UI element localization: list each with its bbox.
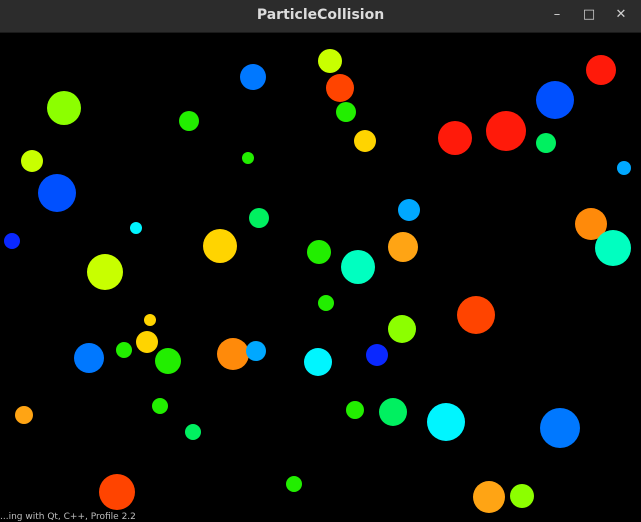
particle	[47, 91, 81, 125]
particle	[540, 408, 580, 448]
close-button[interactable]: ✕	[609, 4, 633, 26]
title-bar[interactable]: ParticleCollision – □ ✕	[0, 0, 641, 33]
particle	[326, 74, 354, 102]
particle	[242, 152, 254, 164]
particle	[586, 55, 616, 85]
particle	[152, 398, 168, 414]
particle	[336, 102, 356, 122]
particle	[99, 474, 135, 510]
maximize-button[interactable]: □	[577, 4, 601, 26]
particle	[536, 81, 574, 119]
particle	[240, 64, 266, 90]
particle	[427, 403, 465, 441]
particle	[536, 133, 556, 153]
particle	[398, 199, 420, 221]
particle	[595, 230, 631, 266]
particle	[249, 208, 269, 228]
particle	[21, 150, 43, 172]
particle	[318, 49, 342, 73]
particle	[203, 229, 237, 263]
particle	[286, 476, 302, 492]
particle	[179, 111, 199, 131]
status-text: ...ing with Qt, C++, Profile 2.2	[0, 512, 136, 522]
particle	[341, 250, 375, 284]
particle	[155, 348, 181, 374]
particle	[246, 341, 266, 361]
particle	[74, 343, 104, 373]
particle	[15, 406, 33, 424]
particle	[307, 240, 331, 264]
particle-canvas	[0, 33, 641, 519]
particle	[388, 232, 418, 262]
particle	[379, 398, 407, 426]
particle	[38, 174, 76, 212]
particle	[346, 401, 364, 419]
particle	[318, 295, 334, 311]
particle	[473, 481, 505, 513]
particle	[116, 342, 132, 358]
particle	[130, 222, 142, 234]
particle	[185, 424, 201, 440]
particle	[486, 111, 526, 151]
particle	[4, 233, 20, 249]
minimize-button[interactable]: –	[545, 4, 569, 26]
particle	[144, 314, 156, 326]
particle	[304, 348, 332, 376]
particle	[87, 254, 123, 290]
particle	[217, 338, 249, 370]
particle	[354, 130, 376, 152]
particle	[438, 121, 472, 155]
particle	[366, 344, 388, 366]
particle	[457, 296, 495, 334]
particle	[136, 331, 158, 353]
particle	[617, 161, 631, 175]
particle	[388, 315, 416, 343]
particle	[510, 484, 534, 508]
